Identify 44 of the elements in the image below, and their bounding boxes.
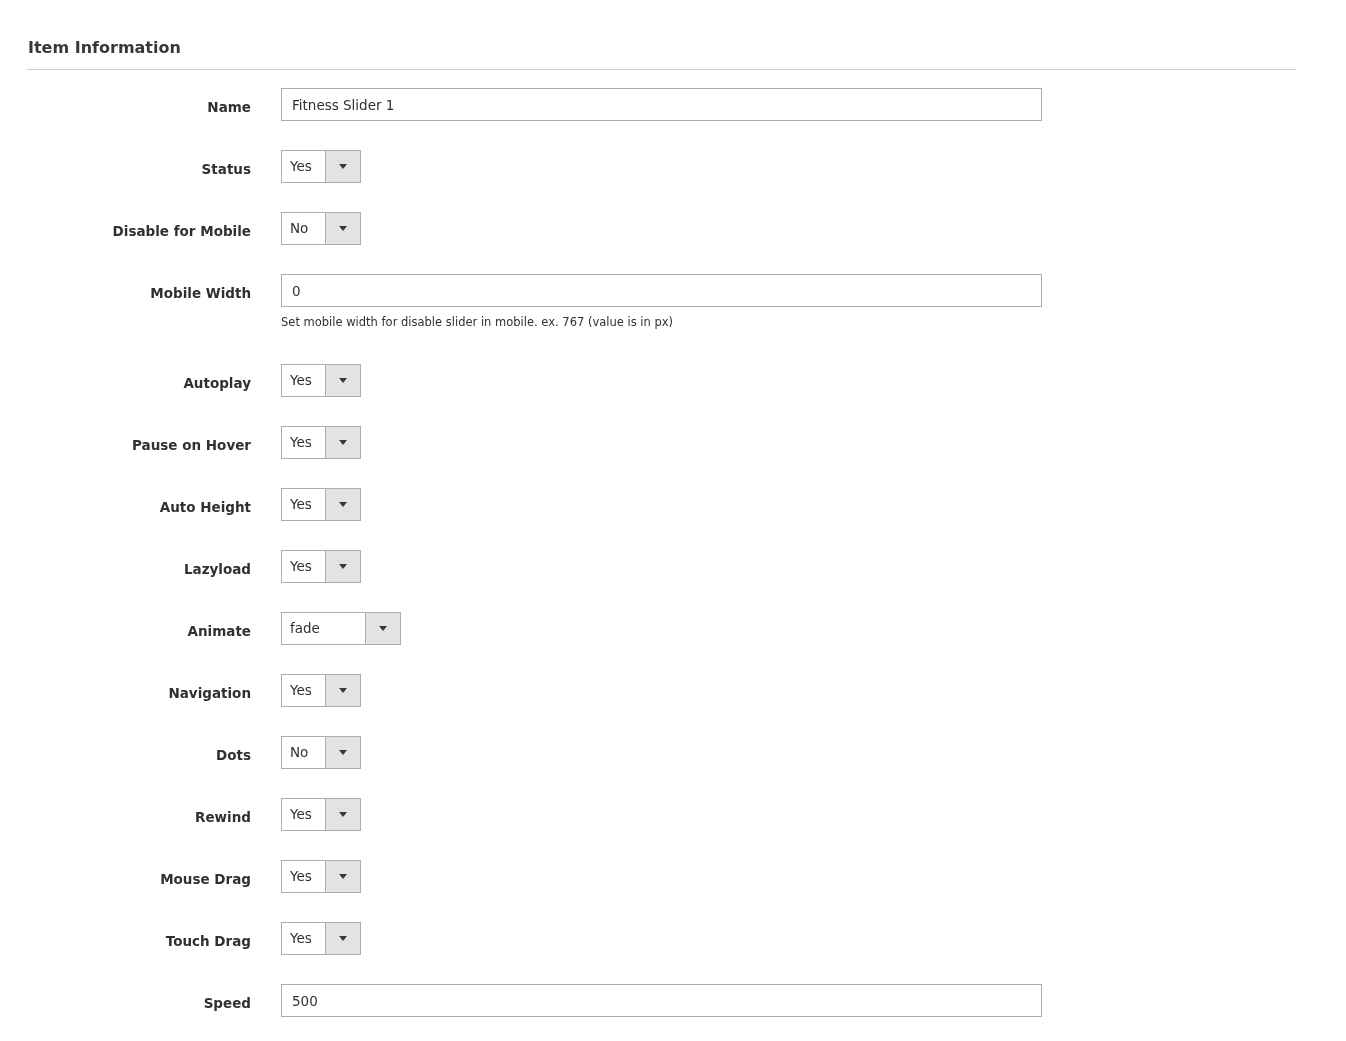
field-label: Touch Drag xyxy=(164,932,251,951)
field-label: Name xyxy=(206,98,251,117)
dropdown[interactable]: Yes xyxy=(281,364,361,397)
field-label: Navigation xyxy=(167,684,251,703)
field-label: Speed xyxy=(202,994,251,1013)
section-title: Item Information xyxy=(28,37,182,59)
dropdown[interactable]: Yes xyxy=(281,550,361,583)
field-note: Set mobile width for disable slider in mobile. ex. 767 (value is in px) xyxy=(281,315,674,329)
caret-icon xyxy=(339,164,347,169)
dropdown[interactable]: No xyxy=(281,212,361,245)
input-field[interactable]: Fitness Slider 1 xyxy=(281,88,1042,121)
field-label: Dots xyxy=(215,746,251,765)
field-label: Disable for Mobile xyxy=(111,222,251,241)
caret-icon xyxy=(339,874,347,879)
caret-icon xyxy=(379,626,387,631)
field-label: Pause on Hover xyxy=(131,436,251,455)
field-label: Auto Height xyxy=(158,498,251,517)
dropdown[interactable]: Yes xyxy=(281,150,361,183)
caret-icon xyxy=(339,688,347,693)
input-field[interactable]: 500 xyxy=(281,984,1042,1017)
caret-icon xyxy=(339,226,347,231)
caret-icon xyxy=(339,378,347,383)
caret-icon xyxy=(339,564,347,569)
dropdown[interactable]: Yes xyxy=(281,488,361,521)
dropdown[interactable]: Yes xyxy=(281,798,361,831)
caret-icon xyxy=(339,440,347,445)
caret-icon xyxy=(339,502,347,507)
input-field[interactable]: 0 xyxy=(281,274,1042,307)
field-label: Mobile Width xyxy=(149,284,251,303)
field-label: Mouse Drag xyxy=(159,870,251,889)
caret-icon xyxy=(339,936,347,941)
dropdown[interactable]: No xyxy=(281,736,361,769)
dropdown[interactable]: Yes xyxy=(281,922,361,955)
caret-icon xyxy=(339,812,347,817)
field-label: Rewind xyxy=(194,808,251,827)
caret-icon xyxy=(339,750,347,755)
field-label: Animate xyxy=(186,622,251,641)
dropdown[interactable]: Yes xyxy=(281,426,361,459)
dropdown[interactable]: fade xyxy=(281,612,401,645)
field-label: Status xyxy=(200,160,251,179)
field-label: Lazyload xyxy=(182,560,251,579)
field-label: Autoplay xyxy=(182,374,251,393)
dropdown[interactable]: Yes xyxy=(281,860,361,893)
dropdown[interactable]: Yes xyxy=(281,674,361,707)
